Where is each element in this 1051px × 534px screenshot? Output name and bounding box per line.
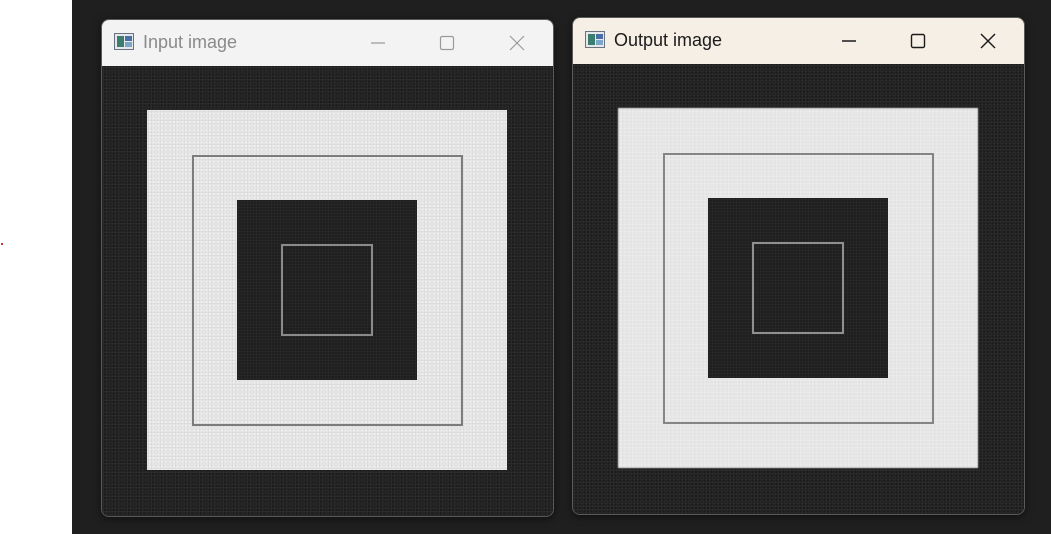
maximize-button[interactable] (903, 26, 933, 56)
app-window-icon (585, 31, 605, 48)
close-icon (980, 33, 996, 49)
left-margin (0, 0, 72, 534)
window-title: Output image (614, 30, 723, 50)
minimize-icon (371, 42, 385, 44)
maximize-icon (439, 35, 455, 51)
close-button[interactable] (973, 26, 1003, 56)
close-button[interactable] (502, 28, 532, 58)
close-icon (509, 35, 525, 51)
window-title: Input image (143, 32, 238, 52)
window-titlebar[interactable]: Input image (102, 20, 553, 66)
image-canvas (573, 64, 1024, 514)
minimize-button[interactable] (834, 26, 864, 56)
inner-outline-square (752, 242, 844, 334)
stray-pixel (1, 243, 3, 245)
input-image-window[interactable]: Input image (101, 19, 554, 517)
image-canvas (102, 66, 553, 516)
maximize-icon (910, 33, 926, 49)
minimize-button[interactable] (363, 28, 393, 58)
minimize-icon (842, 40, 856, 42)
window-titlebar[interactable]: Output image (573, 18, 1024, 64)
output-image-window[interactable]: Output image (572, 17, 1025, 515)
screen: Input image Output image (0, 0, 1051, 534)
app-window-icon (114, 33, 134, 50)
inner-outline-square (281, 244, 373, 336)
maximize-button[interactable] (432, 28, 462, 58)
